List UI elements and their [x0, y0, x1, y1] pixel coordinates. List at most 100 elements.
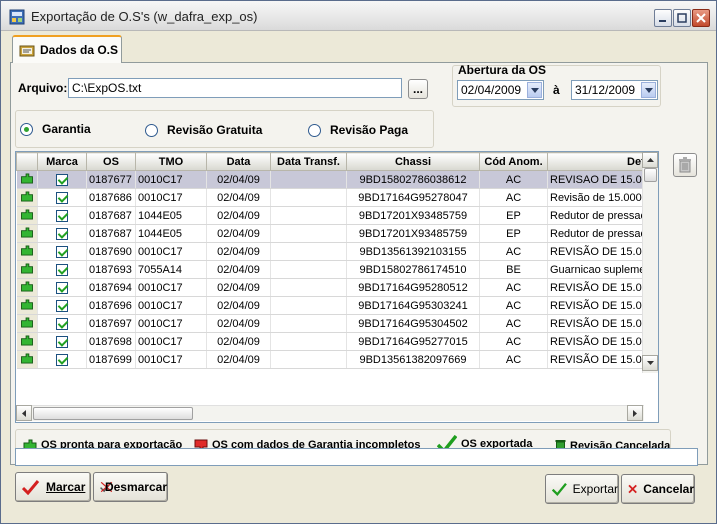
scroll-left-button[interactable]	[16, 405, 32, 421]
os-cell: 0187686	[86, 188, 136, 207]
abertura-from-select[interactable]: 02/04/2009	[457, 80, 544, 100]
tab-dados-os[interactable]: Dados da O.S	[12, 35, 122, 63]
anom-cell: AC	[479, 188, 548, 207]
table-row[interactable]: 0187687 1044E05 02/04/09 9BD17201X93485759 E…	[16, 206, 657, 225]
cancelar-label: Cancelar	[643, 482, 694, 496]
table-row[interactable]: 0187699 0010C17 02/04/09 9BD13561382097669 A…	[16, 350, 657, 369]
arquivo-input[interactable]: C:\ExpOS.txt	[68, 78, 402, 98]
cancelar-button[interactable]: Cancelar	[621, 474, 695, 504]
checkbox-checked[interactable]	[56, 299, 68, 312]
radio-garantia-label: Garantia	[42, 122, 91, 136]
column-header[interactable]	[16, 152, 38, 171]
radio-selected-icon	[20, 122, 33, 136]
horizontal-scrollbar[interactable]	[16, 405, 644, 421]
checkbox-checked[interactable]	[56, 173, 68, 186]
status-cell[interactable]	[16, 332, 38, 351]
table-row[interactable]: 0187697 0010C17 02/04/09 9BD17164G95304502 A…	[16, 314, 657, 333]
column-header[interactable]: Chassi	[346, 152, 480, 171]
marca-cell[interactable]	[37, 332, 87, 351]
marca-cell[interactable]	[37, 296, 87, 315]
marca-cell[interactable]	[37, 314, 87, 333]
checkbox-checked[interactable]	[56, 317, 68, 330]
table-row[interactable]: 0187694 0010C17 02/04/09 9BD17164G95280512 A…	[16, 278, 657, 297]
table-row[interactable]: 0187693 7055A14 02/04/09 9BD15802786174510 B…	[16, 260, 657, 279]
table-row[interactable]: 0187677 0010C17 02/04/09 9BD15802786038612 A…	[16, 170, 657, 189]
checkbox-checked[interactable]	[56, 245, 68, 258]
status-cell[interactable]	[16, 206, 38, 225]
status-cell[interactable]	[16, 278, 38, 297]
chassi-cell: 9BD17201X93485759	[346, 224, 480, 243]
radio-garantia[interactable]: Garantia	[20, 122, 91, 136]
exportar-button[interactable]: Exportar	[545, 474, 619, 504]
delete-button[interactable]	[673, 153, 697, 177]
scroll-up-button[interactable]	[642, 152, 658, 168]
marca-cell[interactable]	[37, 278, 87, 297]
os-cell: 0187694	[86, 278, 136, 297]
dropdown-arrow[interactable]	[527, 82, 542, 98]
column-header[interactable]: Marca	[37, 152, 87, 171]
anom-cell: AC	[479, 350, 548, 369]
desmarcar-button[interactable]: Desmarcar	[93, 472, 168, 502]
marca-cell[interactable]	[37, 170, 87, 189]
table-row[interactable]: 0187696 0010C17 02/04/09 9BD17164G95303241 A…	[16, 296, 657, 315]
trash-icon	[679, 157, 691, 173]
status-cell[interactable]	[16, 242, 38, 261]
maximize-button[interactable]	[673, 9, 691, 27]
hscroll-thumb[interactable]	[33, 407, 193, 420]
marca-cell[interactable]	[37, 242, 87, 261]
marcar-button[interactable]: Marcar	[15, 472, 91, 502]
tmo-cell: 0010C17	[135, 278, 207, 297]
checkbox-checked[interactable]	[56, 263, 68, 276]
os-grid[interactable]: Marca OS TMO Data Data Transf. Chassi Có…	[15, 151, 659, 423]
maximize-icon	[677, 13, 687, 23]
browse-button[interactable]: ...	[408, 79, 428, 99]
checkbox-checked[interactable]	[56, 227, 68, 240]
title-bar[interactable]: Exportação de O.S's (w_dafra_exp_os)	[1, 1, 716, 31]
column-header[interactable]: OS	[86, 152, 136, 171]
column-header[interactable]: Data Transf.	[270, 152, 347, 171]
close-button[interactable]	[692, 9, 710, 27]
checkbox-checked[interactable]	[56, 353, 68, 366]
column-header[interactable]: Cód Anom.	[479, 152, 548, 171]
column-header[interactable]: TMO	[135, 152, 207, 171]
radio-revisao-gratuita[interactable]: Revisão Gratuita	[145, 123, 262, 137]
chassi-cell: 9BD17164G95280512	[346, 278, 480, 297]
checkbox-checked[interactable]	[56, 335, 68, 348]
folder-icon	[19, 45, 35, 57]
status-cell[interactable]	[16, 260, 38, 279]
marca-cell[interactable]	[37, 260, 87, 279]
minimize-button[interactable]	[654, 9, 672, 27]
status-cell[interactable]	[16, 188, 38, 207]
checkbox-checked[interactable]	[56, 191, 68, 204]
marca-cell[interactable]	[37, 206, 87, 225]
scroll-thumb[interactable]	[644, 168, 657, 182]
scroll-down-button[interactable]	[642, 355, 658, 371]
scroll-right-button[interactable]	[627, 405, 643, 421]
column-header[interactable]: Data	[206, 152, 271, 171]
table-row[interactable]: 0187687 1044E05 02/04/09 9BD17201X93485759 E…	[16, 224, 657, 243]
defeito-cell: Redutor de pressao	[547, 206, 657, 225]
chassi-cell: 9BD17201X93485759	[346, 206, 480, 225]
status-cell[interactable]	[16, 314, 38, 333]
status-cell[interactable]	[16, 296, 38, 315]
checkbox-checked[interactable]	[56, 281, 68, 294]
radio-revisao-paga[interactable]: Revisão Paga	[308, 123, 408, 137]
dropdown-arrow[interactable]	[641, 82, 656, 98]
vertical-scrollbar[interactable]	[642, 152, 658, 373]
abertura-to-select[interactable]: 31/12/2009	[571, 80, 658, 100]
abertura-label: Abertura da OS	[458, 63, 547, 77]
app-icon	[9, 9, 25, 25]
table-row[interactable]: 0187698 0010C17 02/04/09 9BD17164G95277015 A…	[16, 332, 657, 351]
transf-cell	[270, 296, 347, 315]
checkbox-checked[interactable]	[56, 209, 68, 222]
status-cell[interactable]	[16, 350, 38, 369]
column-header[interactable]: Defei	[547, 152, 657, 171]
table-row[interactable]: 0187686 0010C17 02/04/09 9BD17164G95278047 A…	[16, 188, 657, 207]
marca-cell[interactable]	[37, 188, 87, 207]
marca-cell[interactable]	[37, 350, 87, 369]
tmo-cell: 0010C17	[135, 242, 207, 261]
table-row[interactable]: 0187690 0010C17 02/04/09 9BD13561392103155 A…	[16, 242, 657, 261]
status-cell[interactable]	[16, 224, 38, 243]
marca-cell[interactable]	[37, 224, 87, 243]
status-cell[interactable]	[16, 170, 38, 189]
